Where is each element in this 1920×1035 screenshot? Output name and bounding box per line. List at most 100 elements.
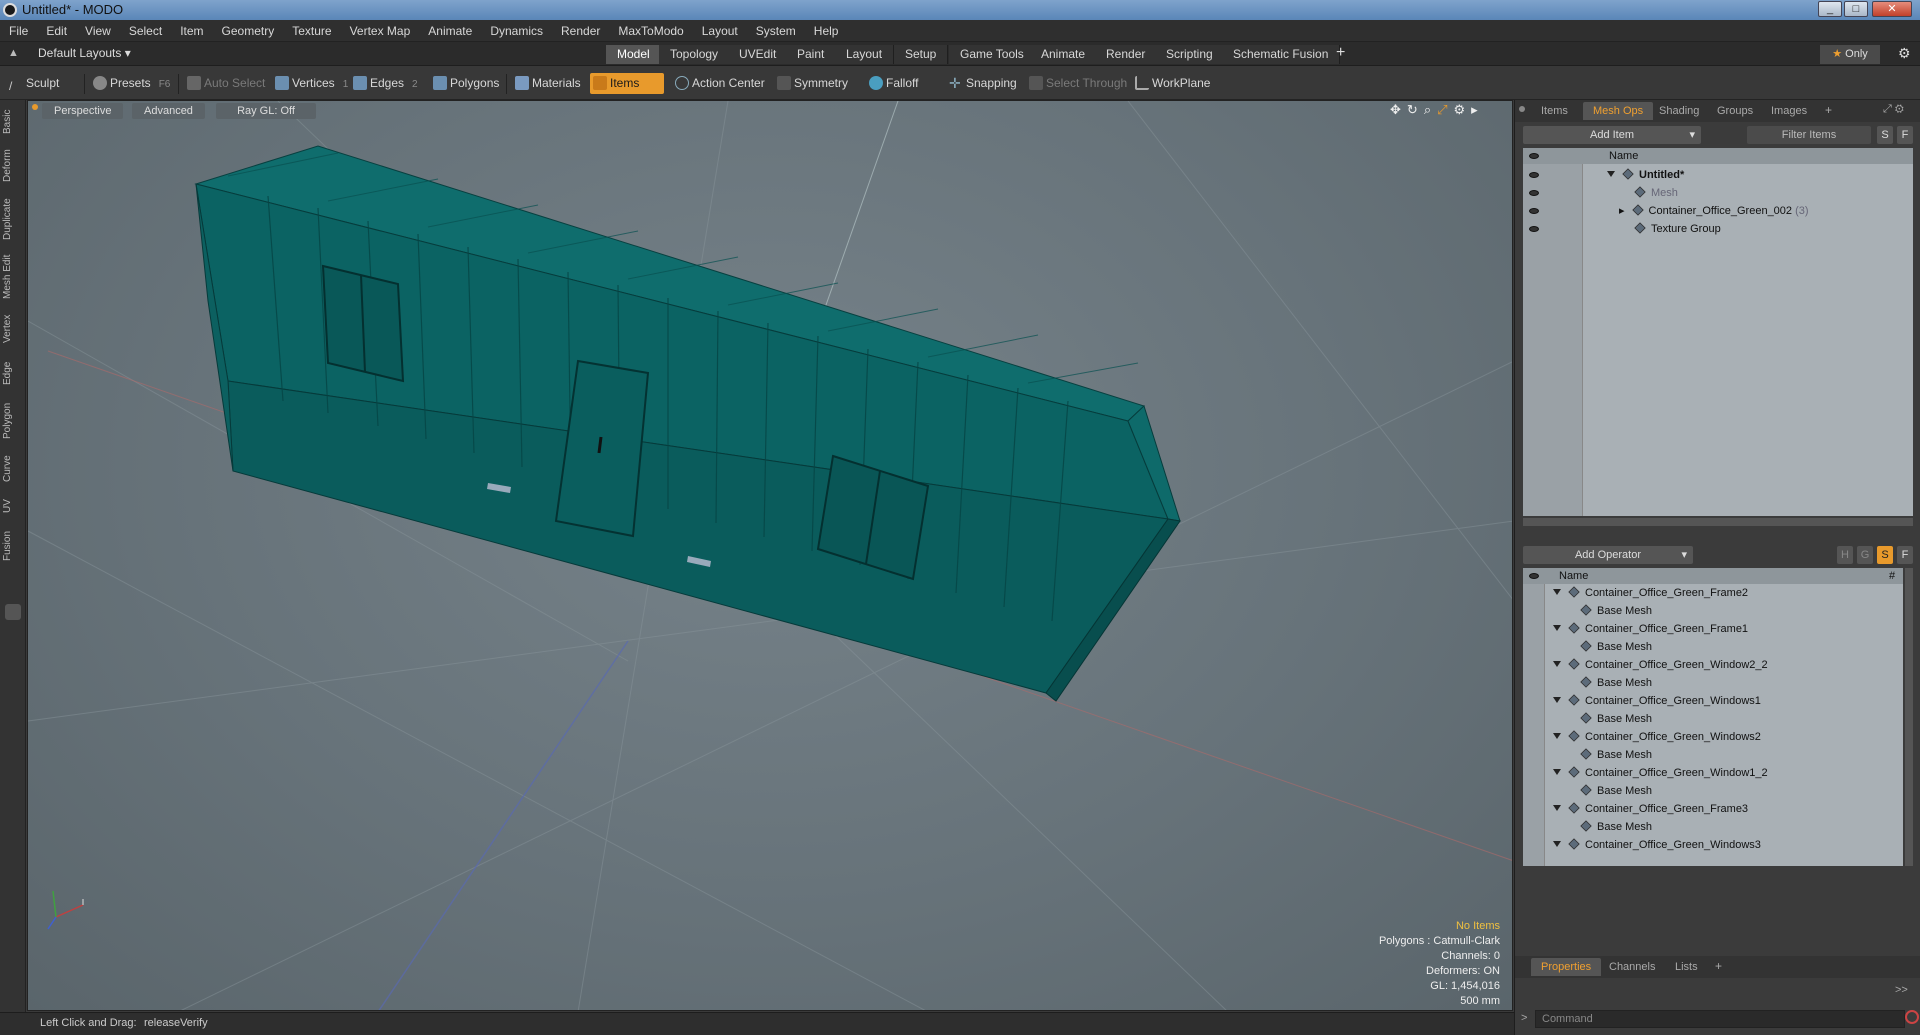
3d-viewport[interactable]: Perspective Advanced Ray GL: Off ✥↻⌕⤢⚙▸ … bbox=[27, 100, 1513, 1011]
polygons-button[interactable]: Polygons bbox=[430, 73, 507, 94]
tab-shading[interactable]: Shading bbox=[1649, 102, 1709, 120]
left-tab-basic[interactable]: Basic bbox=[2, 106, 24, 138]
settings-gear-icon[interactable]: ⚙ bbox=[1898, 45, 1911, 62]
select-through-button[interactable]: Select Through bbox=[1026, 73, 1135, 94]
tab-properties[interactable]: Properties bbox=[1531, 958, 1602, 976]
tab-model[interactable]: Model bbox=[606, 45, 662, 64]
viewport-expand-icon[interactable]: ▸ bbox=[1471, 102, 1484, 117]
left-tab-mesh-edit[interactable]: Mesh Edit bbox=[2, 252, 24, 302]
shading-dropdown[interactable]: Advanced bbox=[132, 103, 205, 119]
tab-setup[interactable]: Setup bbox=[894, 45, 949, 64]
left-tab-vertex[interactable]: Vertex bbox=[2, 310, 24, 348]
tree-row-container[interactable]: ▸ Container_Office_Green_002 (3) bbox=[1523, 202, 1913, 220]
menu-animate[interactable]: Animate bbox=[419, 20, 481, 42]
menu-dynamics[interactable]: Dynamics bbox=[481, 20, 552, 42]
tab-scripting[interactable]: Scripting bbox=[1155, 45, 1225, 64]
meshops-scrollbar[interactable] bbox=[1905, 568, 1913, 866]
pan-icon[interactable]: ✥ bbox=[1390, 102, 1407, 117]
edges-button[interactable]: Edges 2 bbox=[350, 73, 426, 94]
layout-selector[interactable]: Default Layouts ▾ bbox=[38, 46, 131, 60]
meshops-f-button[interactable]: F bbox=[1897, 546, 1913, 564]
tree-row-scene[interactable]: Untitled* bbox=[1523, 166, 1913, 184]
add-properties-tab-icon[interactable]: + bbox=[1715, 959, 1722, 973]
menu-render[interactable]: Render bbox=[552, 20, 609, 42]
menu-geometry[interactable]: Geometry bbox=[213, 20, 284, 42]
item-tree-scrollbar[interactable] bbox=[1523, 518, 1913, 526]
expand-arrow-icon[interactable] bbox=[1553, 733, 1561, 739]
expand-arrow-icon[interactable] bbox=[1553, 589, 1561, 595]
eye-icon[interactable] bbox=[1529, 226, 1539, 232]
falloff-button[interactable]: Falloff bbox=[866, 73, 926, 94]
filter-s-button[interactable]: S bbox=[1877, 126, 1893, 144]
layout-up-icon[interactable]: ▲ bbox=[8, 47, 19, 59]
meshops-s-button[interactable]: S bbox=[1877, 546, 1893, 564]
menu-maxtomodo[interactable]: MaxToModo bbox=[609, 20, 692, 42]
menu-view[interactable]: View bbox=[76, 20, 120, 42]
expand-arrow-icon[interactable] bbox=[1553, 841, 1561, 847]
tab-game-tools[interactable]: Game Tools bbox=[949, 45, 1036, 64]
symmetry-button[interactable]: Symmetry bbox=[774, 73, 856, 94]
viewport-scene[interactable] bbox=[28, 101, 1513, 1011]
action-center-button[interactable]: Action Center bbox=[672, 73, 773, 94]
tab-lists[interactable]: Lists bbox=[1665, 958, 1708, 976]
workplane-button[interactable]: WorkPlane bbox=[1132, 73, 1218, 94]
menu-item[interactable]: Item bbox=[171, 20, 212, 42]
expand-arrow-icon[interactable] bbox=[1553, 661, 1561, 667]
add-item-dropdown[interactable]: Add Item ▾ bbox=[1523, 126, 1701, 144]
menu-vertex-map[interactable]: Vertex Map bbox=[341, 20, 420, 42]
viewport-nav-icons[interactable]: ✥↻⌕⤢⚙▸ bbox=[1390, 102, 1484, 118]
left-tab-curve[interactable]: Curve bbox=[2, 452, 24, 486]
expand-arrow-icon[interactable] bbox=[1553, 625, 1561, 631]
menu-edit[interactable]: Edit bbox=[37, 20, 76, 42]
tab-animate[interactable]: Animate bbox=[1030, 45, 1098, 64]
vertices-button[interactable]: Vertices 1 bbox=[272, 73, 356, 94]
command-input[interactable]: Command bbox=[1535, 1010, 1905, 1028]
materials-button[interactable]: Materials bbox=[512, 73, 589, 94]
add-panel-tab-icon[interactable]: + bbox=[1825, 103, 1832, 117]
close-button[interactable]: ✕ bbox=[1872, 1, 1912, 17]
item-tree[interactable]: Name Untitled* Mesh ▸ Container_Office_Gr… bbox=[1523, 148, 1913, 516]
left-tab-uv[interactable]: UV bbox=[2, 494, 24, 518]
menu-help[interactable]: Help bbox=[805, 20, 848, 42]
tab-images[interactable]: Images bbox=[1761, 102, 1817, 120]
tab-schematic-fusion[interactable]: Schematic Fusion bbox=[1222, 45, 1341, 64]
tab-mesh-ops[interactable]: Mesh Ops bbox=[1583, 102, 1654, 120]
add-operator-dropdown[interactable]: Add Operator ▾ bbox=[1523, 546, 1693, 564]
expand-arrow-icon[interactable] bbox=[1553, 697, 1561, 703]
menu-file[interactable]: File bbox=[0, 20, 37, 42]
left-tab-fusion[interactable]: Fusion bbox=[2, 526, 24, 566]
tab-channels[interactable]: Channels bbox=[1599, 958, 1665, 976]
auto-select-button[interactable]: Auto Select bbox=[184, 73, 273, 94]
fit-icon[interactable]: ⤢ bbox=[1437, 102, 1453, 117]
snapping-button[interactable]: ✛ Snapping bbox=[946, 73, 1025, 94]
tab-paint[interactable]: Paint bbox=[786, 45, 837, 64]
expand-properties-button[interactable]: >> bbox=[1895, 984, 1908, 996]
viewport-menu-dot[interactable] bbox=[32, 104, 38, 110]
tree-row-texture-group[interactable]: Texture Group bbox=[1523, 220, 1913, 238]
panel-menu-dot[interactable] bbox=[1519, 106, 1525, 112]
menu-layout[interactable]: Layout bbox=[693, 20, 747, 42]
sculpt-button[interactable]: / Sculpt bbox=[6, 73, 67, 94]
collapsed-arrow-icon[interactable]: ▸ bbox=[1619, 205, 1625, 217]
add-tab-icon[interactable]: + bbox=[1336, 44, 1345, 62]
viewport-settings-icon[interactable]: ⚙ bbox=[1454, 102, 1472, 117]
container-mesh[interactable] bbox=[194, 145, 1181, 702]
items-button[interactable]: Items bbox=[590, 73, 664, 94]
minimize-button[interactable]: _ bbox=[1818, 1, 1842, 17]
tab-items[interactable]: Items bbox=[1531, 102, 1578, 120]
meshops-list[interactable]: Name # Container_Office_Green_Frame2 Bas… bbox=[1523, 568, 1903, 866]
eye-icon[interactable] bbox=[1529, 208, 1539, 214]
meshops-g-button[interactable]: G bbox=[1857, 546, 1873, 564]
tab-layout[interactable]: Layout bbox=[835, 45, 895, 64]
maximize-button[interactable]: □ bbox=[1844, 1, 1868, 17]
zoom-icon[interactable]: ⌕ bbox=[1424, 102, 1437, 117]
eye-icon[interactable] bbox=[1529, 172, 1539, 178]
tab-groups[interactable]: Groups bbox=[1707, 102, 1763, 120]
left-tab-polygon[interactable]: Polygon bbox=[2, 398, 24, 444]
left-tab-deform[interactable]: Deform bbox=[2, 146, 24, 186]
left-tab-duplicate[interactable]: Duplicate bbox=[2, 194, 24, 244]
tab-render[interactable]: Render bbox=[1095, 45, 1158, 64]
menu-select[interactable]: Select bbox=[120, 20, 171, 42]
expand-arrow-icon[interactable] bbox=[1607, 171, 1615, 177]
menu-texture[interactable]: Texture bbox=[283, 20, 340, 42]
